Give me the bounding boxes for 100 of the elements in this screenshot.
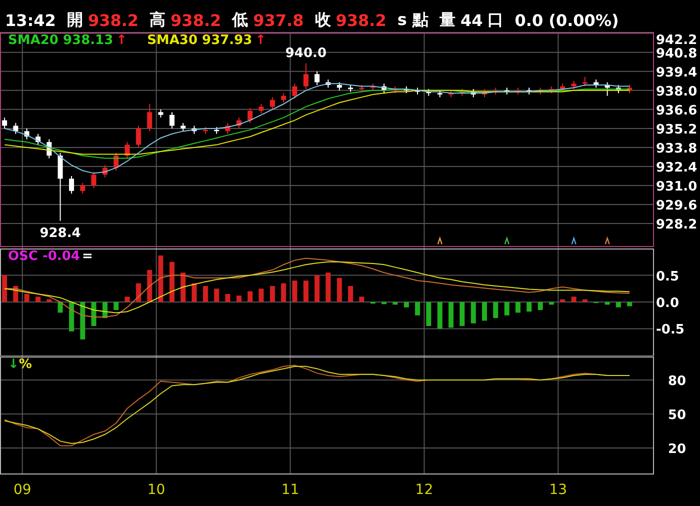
candlestick <box>24 128 30 140</box>
axis-label: 12 <box>415 482 434 498</box>
histogram-bar <box>91 302 96 326</box>
axis-label: 931.0 <box>656 180 698 194</box>
candlestick <box>170 112 174 129</box>
axis-label: 942.2 <box>656 33 698 48</box>
quote-label: 開 <box>66 10 83 30</box>
histogram-bar <box>404 302 409 308</box>
candlestick <box>114 152 119 172</box>
histogram-bar <box>80 302 86 340</box>
histogram-bar <box>114 302 119 310</box>
axis-label: 939.4 <box>656 65 698 80</box>
histogram-bar <box>124 296 130 302</box>
candlestick <box>158 108 164 118</box>
candlestick <box>426 88 432 96</box>
histogram-bar <box>270 286 275 302</box>
histogram-bar <box>202 286 208 302</box>
candlestick <box>36 133 41 146</box>
histogram-bar <box>180 272 186 302</box>
histogram-bar <box>382 302 387 304</box>
histogram-bar <box>236 296 242 302</box>
candlestick <box>582 76 588 87</box>
axis-label: 20 <box>668 442 686 458</box>
candlestick <box>415 87 420 95</box>
candlestick <box>460 88 465 96</box>
candlestick <box>248 108 253 124</box>
candlestick <box>225 122 230 134</box>
candlestick <box>147 104 152 132</box>
candlestick <box>236 117 242 129</box>
axis-label: 50 <box>668 408 686 424</box>
axis-label: 932.4 <box>656 160 698 176</box>
histogram-bar <box>526 302 532 312</box>
histogram-bar <box>627 302 632 306</box>
axis-label: 928.2 <box>656 218 698 233</box>
candlestick <box>91 171 96 189</box>
histogram-bar <box>58 302 63 313</box>
candlestick <box>515 87 520 95</box>
axis-label: 940.8 <box>656 46 698 62</box>
candlestick <box>627 84 632 94</box>
candlestick <box>202 126 208 134</box>
histogram-bar <box>437 302 442 329</box>
candlestick <box>270 96 275 110</box>
histogram-bar <box>281 283 286 302</box>
candlestick <box>604 82 610 96</box>
axis-label: -0.5 <box>656 322 684 338</box>
candlestick <box>594 79 599 88</box>
candlestick <box>538 87 543 95</box>
candlestick <box>370 83 376 91</box>
histogram-bar <box>493 302 498 318</box>
candlestick <box>493 87 498 95</box>
candlestick <box>504 87 510 95</box>
histogram-bar <box>392 302 398 305</box>
legend-item: SMA30 937.93 ↑ <box>147 33 266 48</box>
histogram-bar <box>170 262 174 302</box>
axis-label: 936.6 <box>656 103 698 118</box>
histogram-bar <box>504 302 510 316</box>
histogram-bar <box>426 302 432 326</box>
candlestick <box>180 122 186 132</box>
histogram-bar <box>147 270 152 302</box>
axis-label: 11 <box>281 482 300 498</box>
histogram-bar <box>359 296 364 302</box>
candlestick <box>214 126 220 134</box>
candlestick <box>404 86 409 94</box>
axis-label: 0.5 <box>656 269 680 284</box>
candlestick <box>46 138 52 159</box>
histogram-bar <box>13 286 18 302</box>
histogram-bar <box>460 302 465 326</box>
candlestick <box>348 84 354 92</box>
candlestick <box>303 62 308 90</box>
change-value: 0.0 (0.00%) <box>514 10 619 30</box>
histogram-bar <box>482 302 487 321</box>
histogram-bar <box>415 302 420 316</box>
histogram-bar <box>2 275 8 302</box>
axis-label: 933.8 <box>656 141 698 156</box>
histogram-bar <box>24 294 30 302</box>
histogram-bar <box>560 299 566 302</box>
histogram-bar <box>582 299 588 302</box>
candlestick <box>314 70 320 86</box>
arrow-label: ↓ <box>8 357 19 372</box>
price-label: 940.0 <box>285 46 326 62</box>
axis-label: 10 <box>147 482 166 498</box>
candlestick <box>359 84 364 92</box>
histogram-bar <box>470 302 476 324</box>
histogram-bar <box>225 294 230 302</box>
histogram-bar <box>214 288 220 302</box>
axis-label: 929.6 <box>656 198 698 214</box>
axis-label: 13 <box>549 482 568 498</box>
histogram-bar <box>69 302 74 332</box>
quote-value: 937.8 <box>253 10 304 30</box>
candlestick <box>80 182 86 194</box>
candlestick <box>382 83 387 94</box>
quote-label: 高 <box>150 10 166 30</box>
quote-label: 收 <box>314 10 331 30</box>
volume-label: 量 <box>439 10 456 30</box>
histogram-bar <box>538 302 543 310</box>
histogram-bar <box>326 272 331 302</box>
axis-label: 935.2 <box>656 122 698 138</box>
candlestick <box>437 90 442 98</box>
histogram-bar <box>136 283 141 302</box>
candlestick <box>482 88 487 98</box>
